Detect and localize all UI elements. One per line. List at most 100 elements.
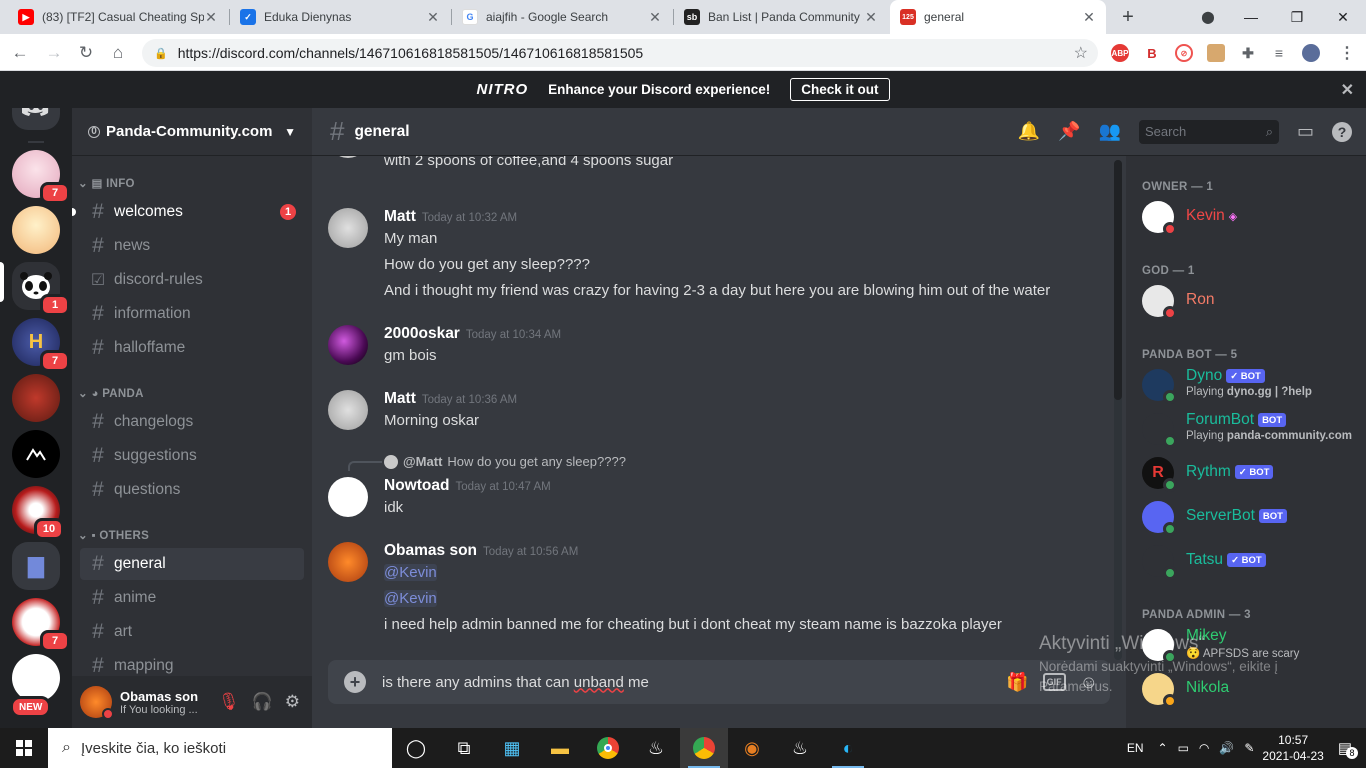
channel-halloffame[interactable]: # halloffame (80, 332, 304, 364)
user-mention[interactable]: @Kevin (384, 590, 437, 607)
character-extension-icon[interactable] (1207, 44, 1225, 62)
inbox-icon[interactable]: ▭ (1297, 121, 1314, 142)
file-explorer-icon[interactable]: ▬ (536, 728, 584, 768)
message-scrollbar[interactable] (1114, 160, 1122, 660)
volume-icon[interactable]: 🔊 (1219, 741, 1234, 755)
channel-news[interactable]: # news (80, 230, 304, 262)
scrollbar-thumb[interactable] (1114, 160, 1122, 400)
server-blonde-anime[interactable] (12, 206, 60, 254)
lock-icon[interactable]: 🔒 (154, 47, 168, 60)
guild-header[interactable]: 0 Panda-Community.com ▼ (72, 108, 312, 156)
channel-information[interactable]: # information (80, 298, 304, 330)
close-tab-icon[interactable]: ✕ (1082, 9, 1096, 26)
message-author[interactable]: Nowtoad (384, 477, 449, 494)
user-avatar[interactable] (328, 208, 368, 248)
windows-start-icon[interactable] (0, 728, 48, 768)
nitro-check-it-out-button[interactable]: Check it out (790, 78, 890, 101)
browser-tab-google[interactable]: G aiajfih - Google Search ✕ (452, 0, 672, 34)
profile-avatar-icon[interactable] (1302, 44, 1320, 62)
adblock-plus-icon[interactable]: ABP (1111, 44, 1129, 62)
member-kevin[interactable]: Kevin ◈ (1142, 201, 1362, 243)
home-icon[interactable]: ⌂ (106, 41, 130, 65)
server-mountain-logo[interactable] (12, 430, 60, 478)
member-dyno[interactable]: Dyno ✓ BOT Playing dyno.gg | ?help (1142, 367, 1362, 411)
user-avatar[interactable] (328, 477, 368, 517)
taskbar-clock[interactable]: 10:57 2021-04-23 (1262, 732, 1323, 764)
server-tf2[interactable] (12, 374, 60, 422)
back-icon[interactable]: ← (8, 41, 32, 65)
pinned-messages-icon[interactable]: 📌 (1058, 121, 1080, 142)
chevron-down-icon[interactable]: ▼ (284, 125, 296, 139)
settings-gear-icon[interactable]: ⚙ (285, 692, 300, 712)
member-list-icon[interactable]: 👥 (1099, 121, 1121, 142)
reply-reference[interactable]: @Matt How do you get any sleep???? (384, 454, 626, 469)
tf2-icon[interactable]: ◉ (728, 728, 776, 768)
browser-tab-eduka[interactable]: ✓ Eduka Dienynas ✕ (230, 0, 450, 34)
headphones-icon[interactable]: 🎧 (252, 692, 273, 712)
chrome-icon[interactable] (584, 728, 632, 768)
pen-icon[interactable]: ✎ (1244, 741, 1254, 755)
server-folder-icon[interactable]: ▇ (12, 542, 60, 590)
tray-expand-icon[interactable]: ⌃ (1158, 741, 1168, 755)
wifi-icon[interactable]: ◠ (1199, 741, 1209, 755)
battery-icon[interactable]: ▭ (1178, 741, 1189, 755)
channel-art[interactable]: # art (80, 616, 304, 648)
close-banner-icon[interactable]: ✕ (1341, 80, 1354, 100)
user-mention[interactable]: @Kevin (384, 564, 437, 581)
user-avatar[interactable] (328, 390, 368, 430)
user-avatar[interactable] (328, 156, 368, 158)
reply-author[interactable]: @Matt (403, 454, 442, 469)
taskbar-search-input[interactable]: ⌕ Įveskite čia, ko ieškoti (48, 728, 392, 768)
category-others[interactable]: ⌄ ▪ OTHERS (78, 528, 149, 542)
language-indicator[interactable]: EN (1127, 741, 1144, 755)
search-input[interactable]: Search ⌕ (1138, 119, 1279, 144)
media-control-icon[interactable]: ≡ (1270, 44, 1288, 62)
message-author[interactable]: Obamas son (384, 542, 477, 559)
brave-b-icon[interactable]: B (1143, 44, 1161, 62)
member-tatsu[interactable]: Tatsu ✓ BOT (1142, 545, 1362, 587)
channel-questions[interactable]: # questions (80, 474, 304, 506)
member-ron[interactable]: Ron (1142, 285, 1362, 327)
message-author[interactable]: Matt (384, 390, 416, 407)
message-input-text[interactable]: is there any admins that can unband me (382, 674, 649, 691)
maximize-icon[interactable]: ❐ (1274, 0, 1320, 34)
bookmark-star-icon[interactable]: ☆ (1074, 43, 1088, 63)
edge-icon[interactable]: ◐ (824, 728, 872, 768)
browser-tab-banlist[interactable]: sb Ban List | Panda Community S ✕ (674, 0, 888, 34)
gift-icon[interactable]: 🎁 (1006, 672, 1028, 693)
browser-tab-youtube[interactable]: ▶ (83) [TF2] Casual Cheating Sp ✕ (8, 0, 228, 34)
cortana-icon[interactable]: ◯ (392, 728, 440, 768)
reload-icon[interactable]: ↻ (74, 41, 98, 65)
mute-microphone-icon[interactable]: 🎙 (218, 692, 240, 712)
browser-tab-general[interactable]: 125 general ✕ (890, 0, 1106, 34)
channel-general[interactable]: # general (80, 548, 304, 580)
upload-plus-icon[interactable]: + (344, 671, 366, 693)
close-tab-icon[interactable]: ✕ (426, 9, 440, 26)
new-tab-button[interactable]: + (1110, 0, 1146, 34)
microsoft-store-icon[interactable]: ▦ (488, 728, 536, 768)
message-input[interactable]: + is there any admins that can unband me… (328, 660, 1110, 704)
blocked-extension-icon[interactable]: ⊘ (1175, 44, 1193, 62)
chrome-active-icon[interactable] (680, 728, 728, 768)
channel-anime[interactable]: # anime (80, 582, 304, 614)
close-window-icon[interactable]: ✕ (1320, 0, 1366, 34)
help-icon[interactable]: ? (1332, 121, 1352, 142)
close-tab-icon[interactable]: ✕ (648, 9, 662, 26)
channel-welcomes[interactable]: # welcomes 1 (80, 196, 304, 228)
close-tab-icon[interactable]: ✕ (864, 9, 878, 26)
user-avatar[interactable] (328, 325, 368, 365)
message-author[interactable]: 2000oskar (384, 325, 460, 342)
forward-icon[interactable]: → (42, 41, 66, 65)
category-info[interactable]: ⌄ ▤ INFO (78, 176, 135, 190)
task-view-icon[interactable]: ⧉ (440, 728, 488, 768)
chrome-menu-icon[interactable]: ⋮ (1338, 44, 1356, 62)
user-avatar[interactable] (80, 686, 114, 720)
notification-center-icon[interactable]: ▤ 8 (1338, 739, 1358, 759)
member-rythm[interactable]: R Rythm ✓ BOT (1142, 457, 1362, 499)
discord-home-icon[interactable] (12, 108, 60, 130)
address-bar[interactable]: 🔒 https://discord.com/channels/146710616… (142, 39, 1098, 67)
category-panda[interactable]: ⌄ ◕ PANDA (78, 386, 144, 400)
new-unreads-badge[interactable]: NEW (10, 696, 52, 718)
server-sketch[interactable] (12, 654, 60, 702)
channel-changelogs[interactable]: # changelogs (80, 406, 304, 438)
